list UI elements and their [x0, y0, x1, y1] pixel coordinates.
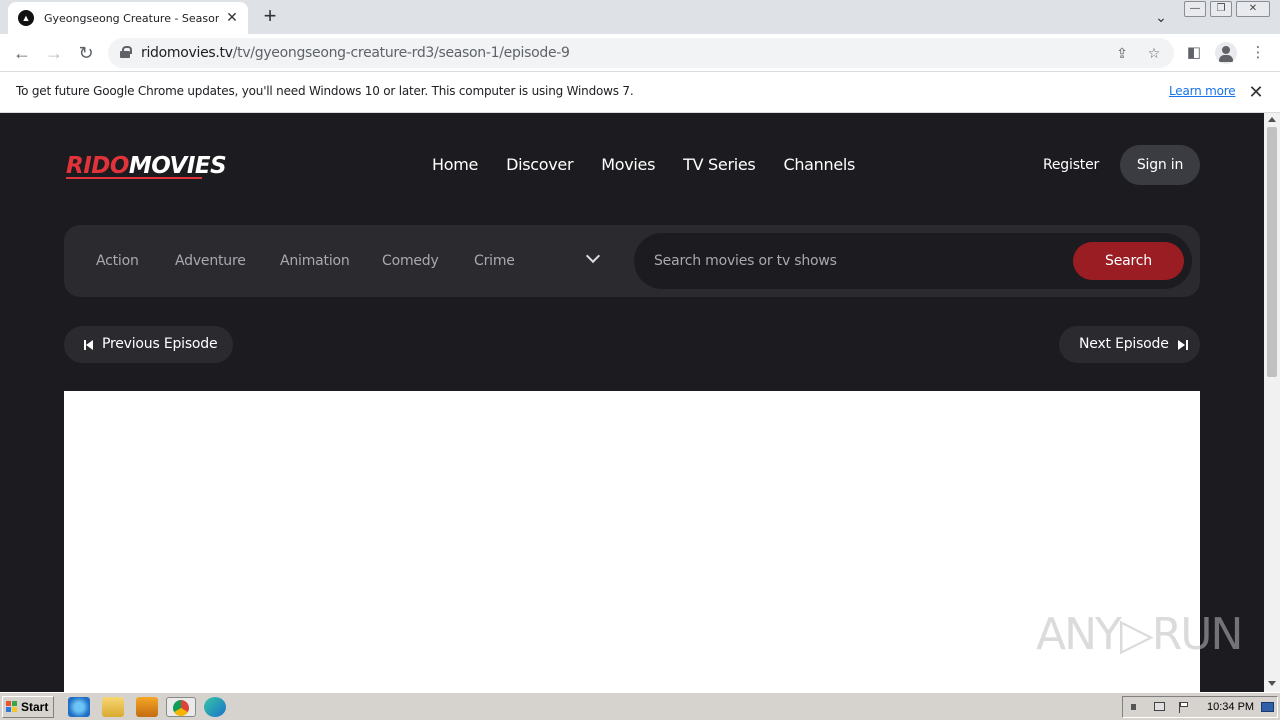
address-bar[interactable]: ridomovies.tv/tv/gyeongseong-creature-rd…	[108, 38, 1174, 68]
search-box: Search	[634, 233, 1192, 289]
edge-icon[interactable]	[204, 697, 226, 717]
filter-bar: Action Adventure Animation Comedy Crime …	[64, 225, 1200, 297]
profile-avatar-icon[interactable]	[1215, 42, 1237, 64]
nav-movies[interactable]: Movies	[601, 155, 655, 174]
nav-home[interactable]: Home	[432, 155, 478, 174]
chrome-menu-icon[interactable]: ⋮	[1248, 43, 1268, 63]
internet-explorer-icon[interactable]	[68, 697, 90, 717]
anyrun-watermark: ANY▷RUN	[1036, 609, 1243, 660]
infobar-close-icon[interactable]: ✕	[1246, 82, 1266, 102]
system-tray: 10:34 PM	[1122, 696, 1278, 718]
back-arrow-icon[interactable]: ←	[10, 41, 34, 65]
chevron-down-icon[interactable]	[586, 251, 600, 265]
nav-tv-series[interactable]: TV Series	[683, 155, 756, 174]
show-desktop-icon[interactable]	[1261, 701, 1275, 713]
previous-episode-label: Previous Episode	[102, 336, 218, 352]
infobar-message: To get future Google Chrome updates, you…	[16, 84, 634, 98]
bookmark-star-icon[interactable]: ☆	[1145, 44, 1163, 62]
minimize-window-button[interactable]: —	[1184, 1, 1206, 17]
url-text: ridomovies.tv/tv/gyeongseong-creature-rd…	[141, 45, 570, 61]
next-episode-button[interactable]: Next Episode	[1059, 326, 1200, 363]
share-icon[interactable]: ⇪	[1113, 44, 1131, 62]
file-explorer-icon[interactable]	[102, 697, 124, 717]
scroll-down-arrow-icon[interactable]	[1268, 681, 1276, 686]
genre-action[interactable]: Action	[96, 253, 139, 269]
next-episode-label: Next Episode	[1079, 336, 1169, 352]
lock-icon[interactable]	[120, 46, 132, 58]
site-logo[interactable]: RIDOMOVIES	[66, 153, 227, 179]
scroll-thumb[interactable]	[1267, 127, 1277, 377]
nav-channels[interactable]: Channels	[783, 155, 855, 174]
skip-previous-icon	[84, 339, 94, 350]
genre-comedy[interactable]: Comedy	[382, 253, 439, 269]
site-favicon-icon: ▲	[18, 10, 34, 26]
nav-discover[interactable]: Discover	[506, 155, 573, 174]
genre-adventure[interactable]: Adventure	[175, 253, 246, 269]
update-infobar: To get future Google Chrome updates, you…	[0, 72, 1280, 113]
chrome-icon	[173, 700, 189, 716]
chrome-taskbar-button[interactable]	[166, 697, 196, 717]
logo-underline	[66, 177, 202, 179]
forward-arrow-icon[interactable]: →	[42, 41, 66, 65]
reload-icon[interactable]: ↻	[74, 41, 98, 65]
genre-crime[interactable]: Crime	[474, 253, 515, 269]
restore-window-button[interactable]: ❐	[1210, 1, 1232, 17]
browser-tab-strip: ▲ Gyeongseong Creature - Season 1, Episo…	[0, 0, 1280, 34]
previous-episode-button[interactable]: Previous Episode	[64, 326, 233, 363]
new-tab-button[interactable]: +	[258, 4, 282, 28]
taskbar-clock: 10:34 PM	[1207, 701, 1255, 713]
start-button[interactable]: Start	[2, 696, 54, 718]
windows-logo-icon	[6, 701, 18, 713]
volume-icon[interactable]	[1129, 701, 1143, 713]
close-window-button[interactable]: ✕	[1236, 1, 1270, 17]
scroll-up-arrow-icon[interactable]	[1268, 117, 1276, 122]
register-link[interactable]: Register	[1043, 157, 1099, 173]
sign-in-button[interactable]: Sign in	[1120, 145, 1200, 185]
skip-next-icon	[1177, 339, 1188, 350]
learn-more-link[interactable]: Learn more	[1169, 84, 1236, 98]
media-player-icon[interactable]	[136, 697, 158, 717]
search-input[interactable]	[654, 251, 1054, 271]
page-content: RIDOMOVIES Home Discover Movies TV Serie…	[0, 113, 1264, 692]
browser-tab[interactable]: ▲ Gyeongseong Creature - Season 1, Episo…	[8, 2, 248, 34]
tab-title: Gyeongseong Creature - Season 1, Episode…	[44, 11, 219, 25]
video-player[interactable]	[64, 391, 1200, 692]
windows-taskbar: Start 10:34 PM	[0, 692, 1280, 720]
search-button[interactable]: Search	[1073, 242, 1184, 280]
action-center-flag-icon[interactable]	[1177, 701, 1191, 713]
tab-search-chevron-icon[interactable]: ⌄	[1150, 6, 1172, 28]
genre-animation[interactable]: Animation	[280, 253, 350, 269]
side-panel-icon[interactable]: ◧	[1184, 43, 1204, 63]
network-icon[interactable]	[1153, 701, 1167, 713]
main-nav: Home Discover Movies TV Series Channels	[432, 155, 855, 174]
tab-close-icon[interactable]: ✕	[224, 9, 240, 25]
start-label: Start	[21, 700, 49, 714]
browser-toolbar: ← → ↻ ridomovies.tv/tv/gyeongseong-creat…	[0, 34, 1280, 72]
page-scrollbar[interactable]	[1264, 113, 1280, 692]
